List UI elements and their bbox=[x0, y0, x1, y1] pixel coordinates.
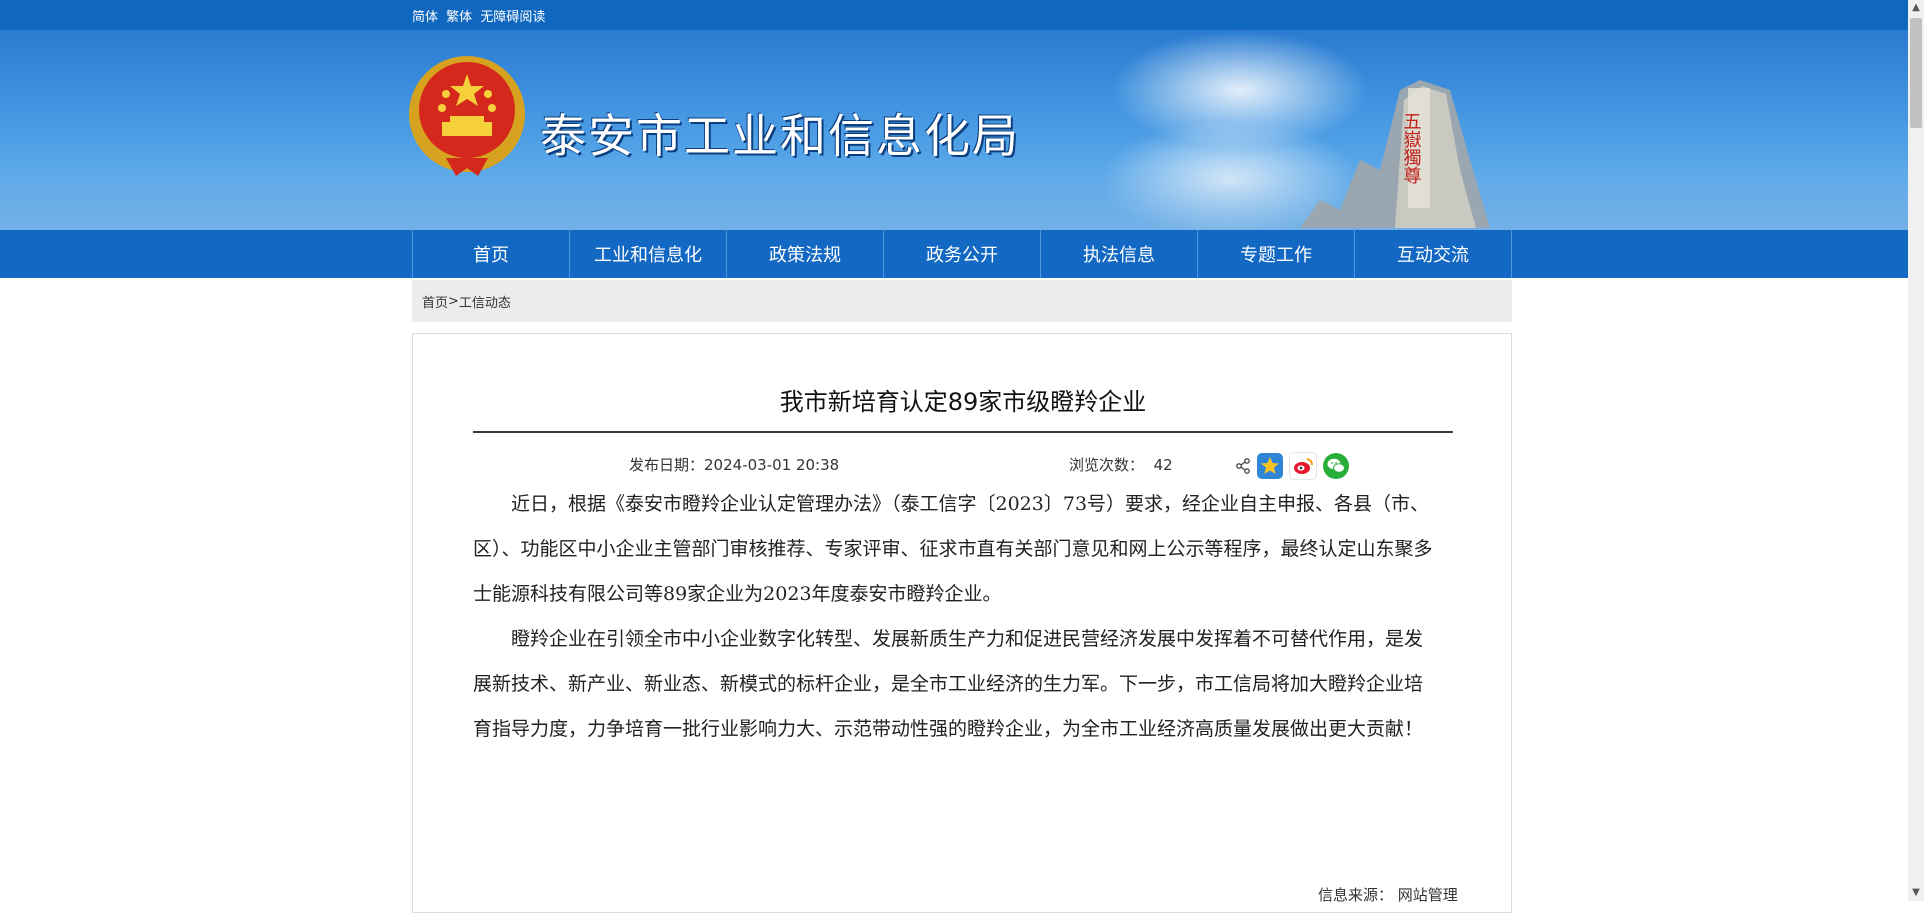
article-title: 我市新培育认定89家市级瞪羚企业 bbox=[779, 388, 1147, 416]
header-banner: 泰安市工业和信息化局 五嶽獨尊 bbox=[0, 30, 1908, 230]
info-source: 信息来源： 网站管理 bbox=[1318, 884, 1458, 905]
mount-tai-rock-icon: 五嶽獨尊 bbox=[1300, 80, 1490, 228]
nav-interaction[interactable]: 互动交流 bbox=[1355, 230, 1512, 278]
scroll-thumb[interactable] bbox=[1910, 18, 1922, 128]
top-links: 简体 繁体 无障碍阅读 bbox=[412, 6, 549, 25]
wechat-icon[interactable] bbox=[1323, 453, 1349, 479]
vertical-scrollbar[interactable]: ▲ ▼ bbox=[1908, 0, 1924, 901]
info-source-value: 网站管理 bbox=[1397, 886, 1458, 904]
nav-policies[interactable]: 政策法规 bbox=[727, 230, 884, 278]
breadcrumb-separator: > bbox=[448, 293, 459, 309]
publish-date: 发布日期：2024-03-01 20:38 bbox=[629, 454, 839, 475]
top-bar: 简体 繁体 无障碍阅读 bbox=[0, 0, 1908, 30]
main-nav: 首页 工业和信息化 政策法规 政务公开 执法信息 专题工作 互动交流 bbox=[412, 230, 1512, 278]
article-panel: 我市新培育认定89家市级瞪羚企业 发布日期：2024-03-01 20:38 浏… bbox=[412, 333, 1512, 913]
title-divider bbox=[473, 431, 1453, 433]
view-count-value: 42 bbox=[1153, 456, 1173, 474]
view-count: 浏览次数： 42 bbox=[1069, 454, 1173, 475]
breadcrumb: 首页 > 工信动态 bbox=[412, 280, 1512, 322]
nav-law-enforcement[interactable]: 执法信息 bbox=[1041, 230, 1198, 278]
publish-date-value: 2024-03-01 20:38 bbox=[704, 456, 840, 474]
share-icon[interactable] bbox=[1235, 458, 1251, 474]
view-count-label: 浏览次数： bbox=[1069, 456, 1145, 474]
nav-home[interactable]: 首页 bbox=[413, 230, 570, 278]
rock-inscription: 五嶽獨尊 bbox=[1401, 112, 1422, 185]
article-paragraph: 瞪羚企业在引领全市中小企业数字化转型、发展新质生产力和促进民营经济发展中发挥着不… bbox=[473, 628, 1424, 740]
article-body: 近日，根据《泰安市瞪羚企业认定管理办法》（泰工信字〔2023〕73号）要求，经企… bbox=[473, 482, 1439, 752]
accessible-reading-link[interactable]: 无障碍阅读 bbox=[480, 10, 545, 25]
nav-industry-informatization[interactable]: 工业和信息化 bbox=[570, 230, 727, 278]
publish-date-label: 发布日期： bbox=[629, 456, 705, 474]
share-bar bbox=[1235, 452, 1349, 480]
weibo-icon[interactable] bbox=[1289, 452, 1317, 480]
article-paragraph: 近日，根据《泰安市瞪羚企业认定管理办法》（泰工信字〔2023〕73号）要求，经企… bbox=[473, 493, 1433, 605]
breadcrumb-current[interactable]: 工信动态 bbox=[459, 292, 511, 311]
scroll-down-icon[interactable]: ▼ bbox=[1908, 885, 1924, 901]
nav-special-topics[interactable]: 专题工作 bbox=[1198, 230, 1355, 278]
nav-government-affairs[interactable]: 政务公开 bbox=[884, 230, 1041, 278]
traditional-link[interactable]: 繁体 bbox=[446, 10, 472, 25]
simplified-link[interactable]: 简体 bbox=[412, 10, 438, 25]
scroll-up-icon[interactable]: ▲ bbox=[1908, 0, 1924, 16]
info-source-label: 信息来源： bbox=[1318, 886, 1394, 904]
breadcrumb-home[interactable]: 首页 bbox=[422, 292, 448, 311]
site-title: 泰安市工业和信息化局 bbox=[540, 109, 1020, 163]
qzone-icon[interactable] bbox=[1257, 453, 1283, 479]
national-emblem-icon bbox=[409, 56, 525, 176]
main-navbar: 首页 工业和信息化 政策法规 政务公开 执法信息 专题工作 互动交流 bbox=[0, 230, 1908, 278]
